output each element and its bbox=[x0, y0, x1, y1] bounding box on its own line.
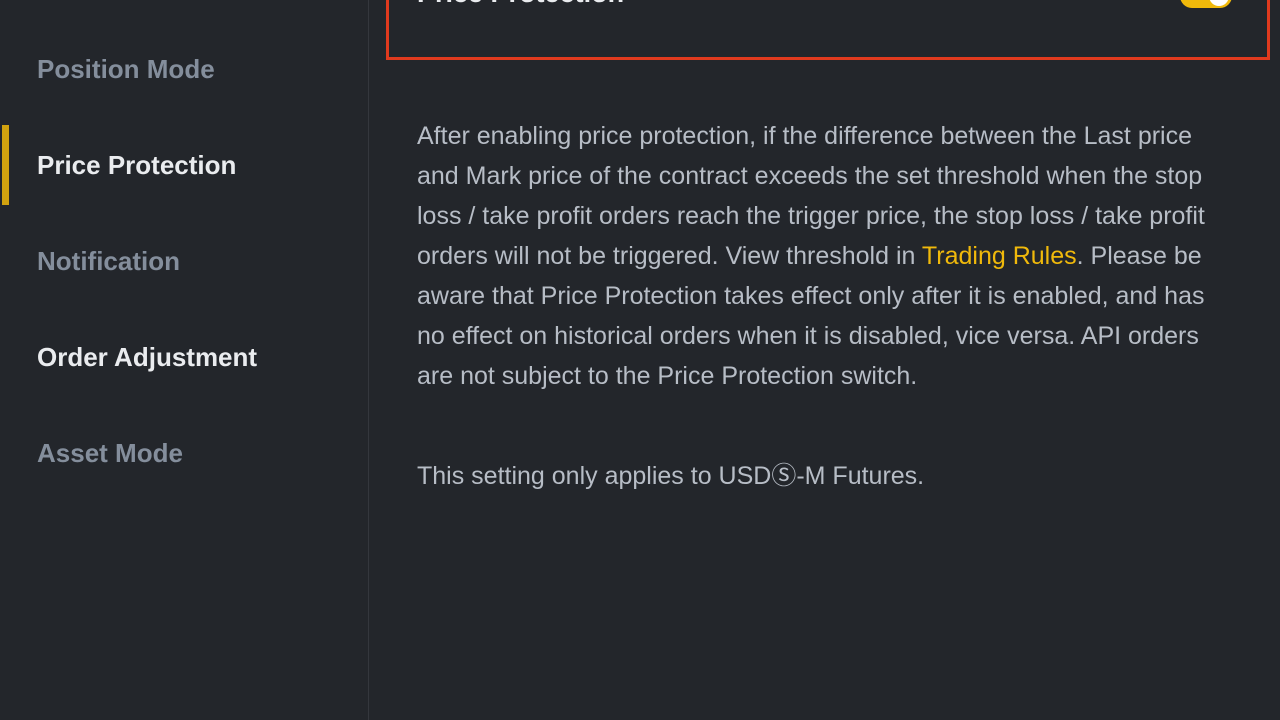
settings-sidebar: Position Mode Price Protection Notificat… bbox=[0, 0, 369, 720]
sidebar-item-price-protection[interactable]: Price Protection bbox=[0, 125, 368, 205]
sidebar-item-position-mode[interactable]: Position Mode bbox=[0, 29, 368, 109]
trading-rules-link[interactable]: Trading Rules bbox=[922, 242, 1077, 270]
toggle-knob bbox=[1209, 0, 1229, 6]
sidebar-item-notification[interactable]: Notification bbox=[0, 221, 368, 301]
highlight-box bbox=[386, 0, 1270, 60]
sidebar-item-order-adjustment[interactable]: Order Adjustment bbox=[0, 317, 368, 397]
price-protection-toggle[interactable] bbox=[1180, 0, 1232, 8]
price-protection-description: After enabling price protection, if the … bbox=[417, 116, 1237, 396]
section-title: Price Protection bbox=[417, 0, 624, 9]
futures-note: This setting only applies to USDⓈ-M Futu… bbox=[417, 462, 925, 490]
sidebar-item-asset-mode[interactable]: Asset Mode bbox=[0, 413, 368, 493]
